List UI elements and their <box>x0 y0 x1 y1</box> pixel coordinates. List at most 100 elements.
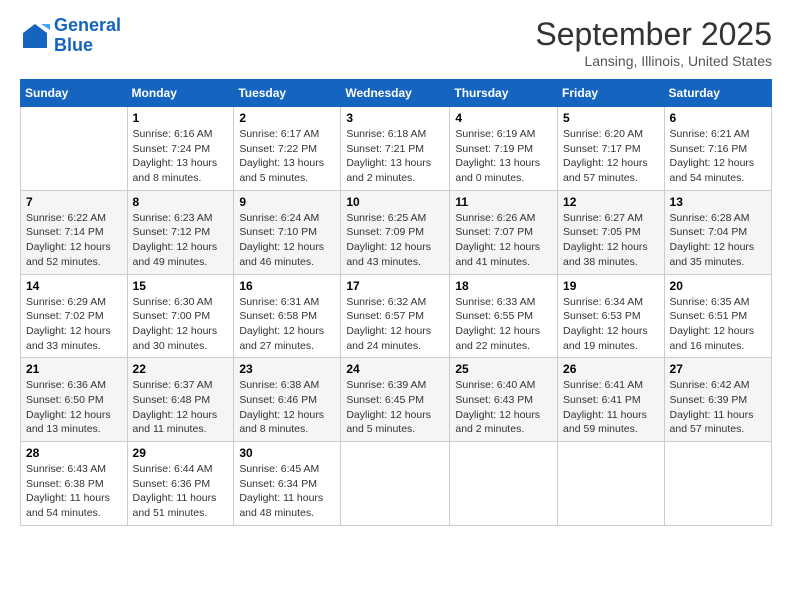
logo-text: General Blue <box>54 16 121 56</box>
calendar-cell: 24Sunrise: 6:39 AMSunset: 6:45 PMDayligh… <box>341 358 450 442</box>
day-number: 9 <box>239 195 335 209</box>
day-info: Sunrise: 6:31 AMSunset: 6:58 PMDaylight:… <box>239 295 335 354</box>
weekday-header-saturday: Saturday <box>664 80 771 107</box>
day-info: Sunrise: 6:27 AMSunset: 7:05 PMDaylight:… <box>563 211 659 270</box>
day-number: 3 <box>346 111 444 125</box>
day-info: Sunrise: 6:30 AMSunset: 7:00 PMDaylight:… <box>133 295 229 354</box>
calendar-cell <box>341 442 450 526</box>
day-number: 8 <box>133 195 229 209</box>
day-number: 1 <box>133 111 229 125</box>
day-number: 14 <box>26 279 122 293</box>
calendar-cell: 4 Sunrise: 6:19 AMSunset: 7:19 PMDaylight… <box>450 107 558 191</box>
calendar-cell: 9 Sunrise: 6:24 AMSunset: 7:10 PMDaylight… <box>234 190 341 274</box>
calendar-cell: 29 Sunrise: 6:44 AMSunset: 6:36 PMDayligh… <box>127 442 234 526</box>
day-info: Sunrise: 6:24 AMSunset: 7:10 PMDaylight:… <box>239 211 335 270</box>
day-number: 2 <box>239 111 335 125</box>
calendar-cell: 21Sunrise: 6:36 AMSunset: 6:50 PMDayligh… <box>21 358 128 442</box>
day-number: 24 <box>346 362 444 376</box>
logo-icon <box>20 21 50 51</box>
day-info: Sunrise: 6:20 AMSunset: 7:17 PMDaylight:… <box>563 127 659 186</box>
day-info: Sunrise: 6:42 AMSunset: 6:39 PMDaylight:… <box>670 378 766 437</box>
calendar-cell: 17 Sunrise: 6:32 AMSunset: 6:57 PMDayligh… <box>341 274 450 358</box>
day-info: Sunrise: 6:45 AMSunset: 6:34 PMDaylight:… <box>239 462 335 521</box>
day-number: 17 <box>346 279 444 293</box>
calendar-cell <box>450 442 558 526</box>
calendar-week-4: 21Sunrise: 6:36 AMSunset: 6:50 PMDayligh… <box>21 358 772 442</box>
day-number: 29 <box>133 446 229 460</box>
day-number: 19 <box>563 279 659 293</box>
day-info: Sunrise: 6:43 AMSunset: 6:38 PMDaylight:… <box>26 462 122 521</box>
calendar-cell <box>21 107 128 191</box>
calendar-cell: 12Sunrise: 6:27 AMSunset: 7:05 PMDayligh… <box>558 190 665 274</box>
day-info: Sunrise: 6:32 AMSunset: 6:57 PMDaylight:… <box>346 295 444 354</box>
calendar-week-3: 14Sunrise: 6:29 AMSunset: 7:02 PMDayligh… <box>21 274 772 358</box>
day-info: Sunrise: 6:40 AMSunset: 6:43 PMDaylight:… <box>455 378 552 437</box>
calendar-cell: 11Sunrise: 6:26 AMSunset: 7:07 PMDayligh… <box>450 190 558 274</box>
weekday-header-friday: Friday <box>558 80 665 107</box>
day-number: 18 <box>455 279 552 293</box>
day-number: 10 <box>346 195 444 209</box>
day-info: Sunrise: 6:34 AMSunset: 6:53 PMDaylight:… <box>563 295 659 354</box>
title-block: September 2025 Lansing, Illinois, United… <box>535 16 772 69</box>
month-title: September 2025 <box>535 16 772 53</box>
day-number: 4 <box>455 111 552 125</box>
day-info: Sunrise: 6:33 AMSunset: 6:55 PMDaylight:… <box>455 295 552 354</box>
calendar-cell: 22Sunrise: 6:37 AMSunset: 6:48 PMDayligh… <box>127 358 234 442</box>
weekday-header-row: SundayMondayTuesdayWednesdayThursdayFrid… <box>21 80 772 107</box>
calendar-cell: 13Sunrise: 6:28 AMSunset: 7:04 PMDayligh… <box>664 190 771 274</box>
day-info: Sunrise: 6:25 AMSunset: 7:09 PMDaylight:… <box>346 211 444 270</box>
weekday-header-wednesday: Wednesday <box>341 80 450 107</box>
day-info: Sunrise: 6:44 AMSunset: 6:36 PMDaylight:… <box>133 462 229 521</box>
day-number: 25 <box>455 362 552 376</box>
weekday-header-sunday: Sunday <box>21 80 128 107</box>
weekday-header-tuesday: Tuesday <box>234 80 341 107</box>
day-number: 15 <box>133 279 229 293</box>
page-header: General Blue September 2025 Lansing, Ill… <box>20 16 772 69</box>
day-info: Sunrise: 6:23 AMSunset: 7:12 PMDaylight:… <box>133 211 229 270</box>
day-number: 11 <box>455 195 552 209</box>
calendar-week-2: 7Sunrise: 6:22 AMSunset: 7:14 PMDaylight… <box>21 190 772 274</box>
calendar-cell: 30 Sunrise: 6:45 AMSunset: 6:34 PMDayligh… <box>234 442 341 526</box>
calendar-cell: 19 Sunrise: 6:34 AMSunset: 6:53 PMDayligh… <box>558 274 665 358</box>
location: Lansing, Illinois, United States <box>535 53 772 69</box>
day-number: 23 <box>239 362 335 376</box>
day-info: Sunrise: 6:19 AMSunset: 7:19 PMDaylight:… <box>455 127 552 186</box>
calendar-cell: 26 Sunrise: 6:41 AMSunset: 6:41 PMDayligh… <box>558 358 665 442</box>
calendar-cell: 25 Sunrise: 6:40 AMSunset: 6:43 PMDayligh… <box>450 358 558 442</box>
calendar-cell: 28Sunrise: 6:43 AMSunset: 6:38 PMDayligh… <box>21 442 128 526</box>
day-info: Sunrise: 6:21 AMSunset: 7:16 PMDaylight:… <box>670 127 766 186</box>
calendar-cell: 20Sunrise: 6:35 AMSunset: 6:51 PMDayligh… <box>664 274 771 358</box>
day-info: Sunrise: 6:28 AMSunset: 7:04 PMDaylight:… <box>670 211 766 270</box>
day-number: 26 <box>563 362 659 376</box>
day-number: 21 <box>26 362 122 376</box>
weekday-header-thursday: Thursday <box>450 80 558 107</box>
calendar-cell: 7Sunrise: 6:22 AMSunset: 7:14 PMDaylight… <box>21 190 128 274</box>
weekday-header-monday: Monday <box>127 80 234 107</box>
calendar-cell: 14Sunrise: 6:29 AMSunset: 7:02 PMDayligh… <box>21 274 128 358</box>
calendar-cell: 16Sunrise: 6:31 AMSunset: 6:58 PMDayligh… <box>234 274 341 358</box>
day-info: Sunrise: 6:18 AMSunset: 7:21 PMDaylight:… <box>346 127 444 186</box>
calendar-week-1: 1 Sunrise: 6:16 AMSunset: 7:24 PMDaylight… <box>21 107 772 191</box>
day-info: Sunrise: 6:16 AMSunset: 7:24 PMDaylight:… <box>133 127 229 186</box>
day-number: 5 <box>563 111 659 125</box>
day-info: Sunrise: 6:38 AMSunset: 6:46 PMDaylight:… <box>239 378 335 437</box>
calendar-cell: 18 Sunrise: 6:33 AMSunset: 6:55 PMDayligh… <box>450 274 558 358</box>
calendar-cell: 15 Sunrise: 6:30 AMSunset: 7:00 PMDayligh… <box>127 274 234 358</box>
logo-line1: General <box>54 15 121 35</box>
day-number: 30 <box>239 446 335 460</box>
calendar-cell <box>664 442 771 526</box>
logo-line2: Blue <box>54 35 93 55</box>
calendar-cell: 3 Sunrise: 6:18 AMSunset: 7:21 PMDaylight… <box>341 107 450 191</box>
calendar-cell: 2 Sunrise: 6:17 AMSunset: 7:22 PMDaylight… <box>234 107 341 191</box>
logo: General Blue <box>20 16 121 56</box>
day-info: Sunrise: 6:41 AMSunset: 6:41 PMDaylight:… <box>563 378 659 437</box>
calendar-cell: 8 Sunrise: 6:23 AMSunset: 7:12 PMDaylight… <box>127 190 234 274</box>
calendar-cell: 10 Sunrise: 6:25 AMSunset: 7:09 PMDayligh… <box>341 190 450 274</box>
calendar-table: SundayMondayTuesdayWednesdayThursdayFrid… <box>20 79 772 526</box>
day-number: 22 <box>133 362 229 376</box>
day-info: Sunrise: 6:17 AMSunset: 7:22 PMDaylight:… <box>239 127 335 186</box>
calendar-cell: 5 Sunrise: 6:20 AMSunset: 7:17 PMDaylight… <box>558 107 665 191</box>
day-number: 7 <box>26 195 122 209</box>
calendar-cell: 23 Sunrise: 6:38 AMSunset: 6:46 PMDayligh… <box>234 358 341 442</box>
calendar-cell: 6Sunrise: 6:21 AMSunset: 7:16 PMDaylight… <box>664 107 771 191</box>
